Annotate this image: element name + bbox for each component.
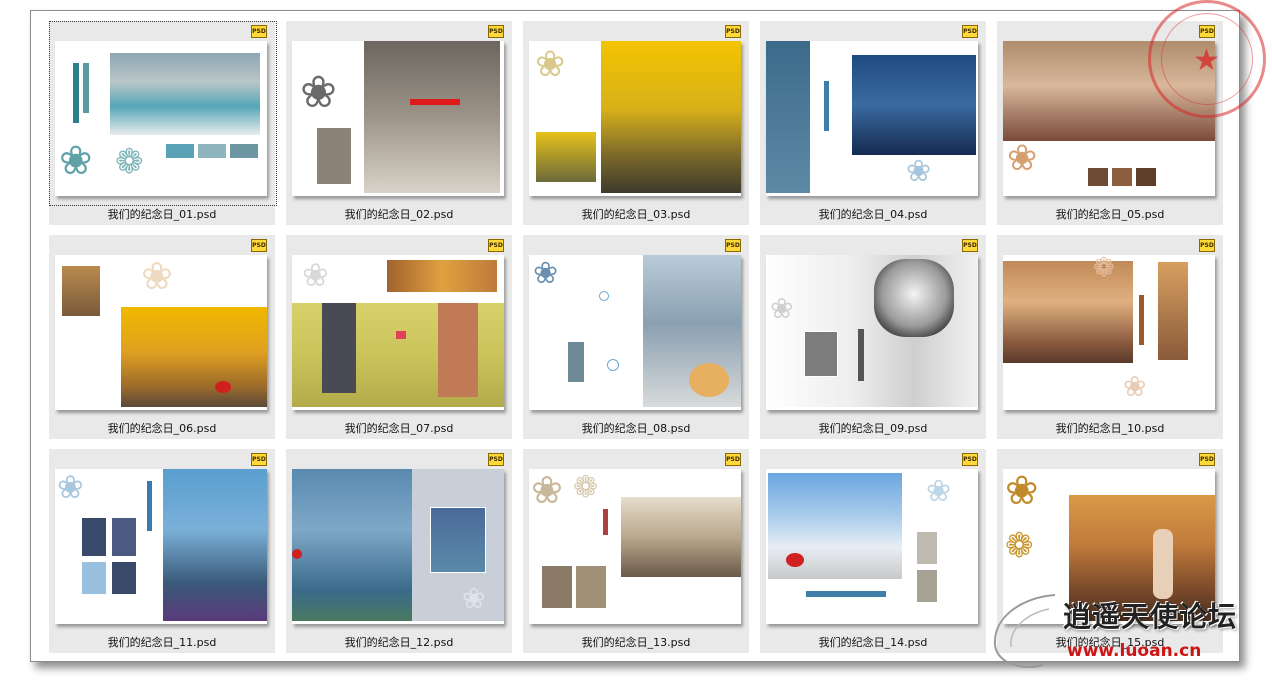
file-name-label: 我们的纪念日_08.psd xyxy=(581,422,691,435)
file-name-label: 我们的纪念日_01.psd xyxy=(107,208,217,221)
file-tile[interactable]: PSD ❀ 我们的纪念日_04.psd xyxy=(760,21,986,225)
forum-watermark: 逍遥天使论坛 www.luoan.cn xyxy=(985,585,1265,675)
psd-file-icon: PSD xyxy=(488,453,504,466)
file-name-label: 我们的纪念日_13.psd xyxy=(581,636,691,649)
file-name-label: 我们的纪念日_07.psd xyxy=(344,422,454,435)
psd-file-icon: PSD xyxy=(251,25,267,38)
file-tile[interactable]: PSD ❀ 我们的纪念日_02.psd xyxy=(286,21,512,225)
psd-file-icon: PSD xyxy=(725,453,741,466)
file-name-label: 我们的纪念日_02.psd xyxy=(344,208,454,221)
file-name-label: 我们的纪念日_03.psd xyxy=(581,208,691,221)
thumbnail-image: ❀ xyxy=(766,255,978,410)
file-name-label: 我们的纪念日_04.psd xyxy=(818,208,928,221)
file-tile[interactable]: PSD ❀ 我们的纪念日_06.psd xyxy=(49,235,275,439)
thumbnail-image: ❀ xyxy=(292,41,504,196)
psd-file-icon: PSD xyxy=(251,239,267,252)
watermark-title: 逍遥天使论坛 xyxy=(1063,600,1238,633)
thumbnail-image: ❀ xyxy=(529,41,741,196)
file-tile[interactable]: PSD ❀ 我们的纪念日_07.psd xyxy=(286,235,512,439)
file-name-label: 我们的纪念日_05.psd xyxy=(1055,208,1165,221)
thumbnail-image: ❀ xyxy=(529,255,741,410)
thumbnail-image: ❀ xyxy=(292,255,504,410)
thumbnail-image: ❀ ❁ xyxy=(55,41,267,196)
psd-file-icon: PSD xyxy=(488,239,504,252)
file-tile[interactable]: PSD ❀ ❁ 我们的纪念日_01.psd xyxy=(49,21,277,225)
file-tile[interactable]: PSD ❀ 我们的纪念日_03.psd xyxy=(523,21,749,225)
watermark-url: www.luoan.cn xyxy=(1067,641,1202,661)
thumbnail-image: ❀ xyxy=(766,41,978,196)
psd-file-icon: PSD xyxy=(725,25,741,38)
file-tile[interactable]: PSD ❀ ❁ 我们的纪念日_13.psd xyxy=(523,449,749,653)
psd-file-icon: PSD xyxy=(1199,239,1215,252)
thumbnail-image: ❁ ❀ xyxy=(1003,255,1215,410)
thumbnail-image: ❀ ❁ xyxy=(529,469,741,624)
file-tile[interactable]: PSD ❀ 我们的纪念日_09.psd xyxy=(760,235,986,439)
psd-file-icon: PSD xyxy=(962,239,978,252)
file-name-label: 我们的纪念日_11.psd xyxy=(107,636,217,649)
file-tile[interactable]: PSD ❀ 我们的纪念日_14.psd xyxy=(760,449,986,653)
watermark-swirl-icon xyxy=(993,594,1056,668)
file-browser-page: PSD ❀ ❁ 我们的纪念日_01.psd PSD ❀ 我们的纪念日_02.ps… xyxy=(0,0,1272,683)
file-tile[interactable]: PSD ❀ 我们的纪念日_08.psd xyxy=(523,235,749,439)
red-seal-stamp: ★ xyxy=(1148,0,1266,118)
file-tile[interactable]: PSD ❀ 我们的纪念日_12.psd xyxy=(286,449,512,653)
psd-file-icon: PSD xyxy=(488,25,504,38)
file-name-label: 我们的纪念日_14.psd xyxy=(818,636,928,649)
thumbnail-image: ❀ xyxy=(292,469,504,624)
psd-file-icon: PSD xyxy=(251,453,267,466)
file-name-label: 我们的纪念日_12.psd xyxy=(344,636,454,649)
thumbnail-image: ❀ xyxy=(55,469,267,624)
thumbnail-image: ❀ xyxy=(766,469,978,624)
psd-file-icon: PSD xyxy=(725,239,741,252)
file-name-label: 我们的纪念日_10.psd xyxy=(1055,422,1165,435)
file-name-label: 我们的纪念日_09.psd xyxy=(818,422,928,435)
file-tile[interactable]: PSD ❀ 我们的纪念日_11.psd xyxy=(49,449,275,653)
star-icon: ★ xyxy=(1193,43,1220,78)
file-tile[interactable]: PSD ❁ ❀ 我们的纪念日_10.psd xyxy=(997,235,1223,439)
psd-file-icon: PSD xyxy=(1199,453,1215,466)
thumbnail-image: ❀ xyxy=(55,255,267,410)
psd-file-icon: PSD xyxy=(962,25,978,38)
psd-file-icon: PSD xyxy=(962,453,978,466)
file-name-label: 我们的纪念日_06.psd xyxy=(107,422,217,435)
thumbnail-grid: PSD ❀ ❁ 我们的纪念日_01.psd PSD ❀ 我们的纪念日_02.ps… xyxy=(49,21,1223,653)
thumbnail-panel: PSD ❀ ❁ 我们的纪念日_01.psd PSD ❀ 我们的纪念日_02.ps… xyxy=(30,10,1240,662)
